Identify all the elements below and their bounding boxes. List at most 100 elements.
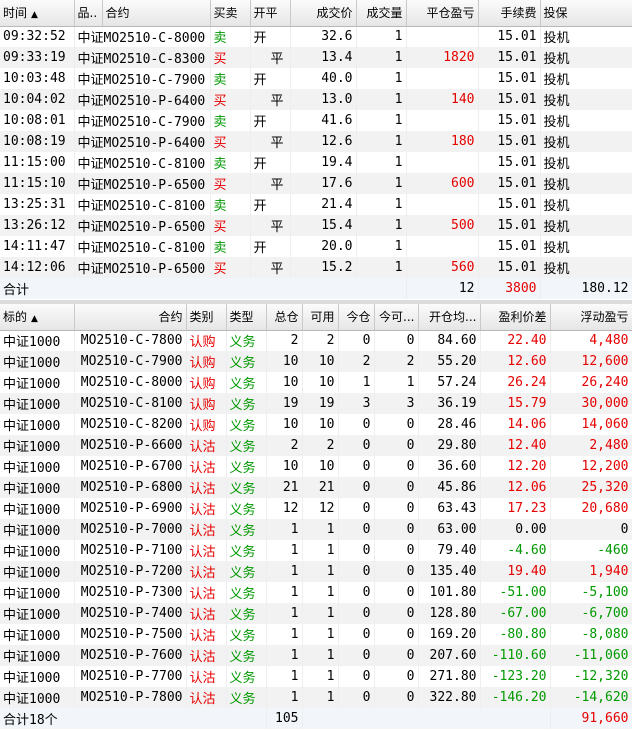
header-time[interactable]: 时间 ▲	[0, 0, 75, 27]
trade-side: 卖	[210, 152, 251, 173]
position-row[interactable]: 中证1000 MO2510-P-6800 认沽 义务 21 21 0 0 45.86 12.06 2…	[0, 477, 632, 498]
header-today[interactable]: 今仓	[338, 304, 375, 331]
position-pnl-spread: 22.40	[480, 330, 551, 351]
trade-row[interactable]: 11:15:00 中证MO2510-C-8100 卖开 19.4 1 15.01 投机	[0, 152, 632, 173]
position-category: 认沽	[186, 687, 227, 708]
position-pnl-spread: -80.80	[480, 624, 551, 645]
position-pnl-spread: -4.60	[480, 540, 551, 561]
trade-contract: 中证MO2510-P-6400	[74, 89, 211, 110]
position-underlying: 中证1000	[0, 393, 75, 414]
position-today-available: 0	[374, 330, 419, 351]
position-pnl-spread: 12.20	[480, 456, 551, 477]
trade-total-fee: 180.12	[540, 278, 632, 299]
header-category[interactable]: 类别	[186, 304, 227, 331]
header-open-close[interactable]: 开平	[250, 0, 291, 27]
position-row[interactable]: 中证1000 MO2510-P-6600 认沽 义务 2 2 0 0 29.80 12.40 2,4…	[0, 435, 632, 456]
trade-time: 10:08:19	[0, 131, 75, 152]
trade-price: 13.0	[290, 89, 357, 110]
position-total: 1	[266, 624, 303, 645]
trade-row[interactable]: 10:08:19 中证MO2510-P-6400 买平 12.6 1 180 15.01 投机	[0, 131, 632, 152]
position-row[interactable]: 中证1000 MO2510-P-7100 认沽 义务 1 1 0 0 79.40 -4.60 -46…	[0, 540, 632, 561]
header-hedge[interactable]: 投保	[540, 0, 632, 27]
position-category: 认沽	[186, 561, 227, 582]
position-contract: MO2510-P-6800	[74, 477, 187, 498]
position-row[interactable]: 中证1000 MO2510-P-7700 认沽 义务 1 1 0 0 271.80 -123.20…	[0, 666, 632, 687]
position-available: 1	[302, 666, 339, 687]
position-pnl-spread: -67.00	[480, 603, 551, 624]
position-type: 义务	[226, 372, 267, 393]
position-total: 1	[266, 582, 303, 603]
position-row[interactable]: 中证1000 MO2510-P-6700 认沽 义务 10 10 0 0 36.60 12.20 1…	[0, 456, 632, 477]
position-contract: MO2510-P-6600	[74, 435, 187, 456]
position-today: 0	[338, 603, 375, 624]
header-underlying[interactable]: 标的 ▲	[0, 304, 75, 331]
header-product[interactable]: 品..	[74, 0, 103, 27]
trade-row[interactable]: 10:08:01 中证MO2510-C-7900 卖开 41.6 1 15.01 投机	[0, 110, 632, 131]
trade-close-pnl: 140	[406, 89, 479, 110]
trade-row[interactable]: 13:25:31 中证MO2510-C-8100 卖开 21.4 1 15.01 投机	[0, 194, 632, 215]
header-price[interactable]: 成交价	[290, 0, 357, 27]
position-pnl-spread: -110.60	[480, 645, 551, 666]
trade-row[interactable]: 10:03:48 中证MO2510-C-7900 卖开 40.0 1 15.01 投机	[0, 68, 632, 89]
header-avg-open[interactable]: 开仓均...	[418, 304, 481, 331]
position-category: 认沽	[186, 435, 227, 456]
trade-row[interactable]: 10:04:02 中证MO2510-P-6400 买平 13.0 1 140 15.01 投机	[0, 89, 632, 110]
position-row[interactable]: 中证1000 MO2510-C-7800 认购 义务 2 2 0 0 84.60 22.40 4,4…	[0, 330, 632, 351]
trade-close-pnl	[406, 152, 479, 173]
position-row[interactable]: 中证1000 MO2510-C-8100 认购 义务 19 19 3 3 36.19 15.79 3…	[0, 393, 632, 414]
position-category: 认购	[186, 330, 227, 351]
header-contract[interactable]: 合约	[74, 304, 187, 331]
position-contract: MO2510-C-7900	[74, 351, 187, 372]
header-side[interactable]: 买卖	[210, 0, 251, 27]
position-available: 10	[302, 372, 339, 393]
trade-side: 买	[210, 173, 251, 194]
position-float-pnl: 12,200	[550, 456, 632, 477]
trade-row[interactable]: 11:15:10 中证MO2510-P-6500 买平 17.6 1 600 15.01 投机	[0, 173, 632, 194]
header-fee[interactable]: 手续费	[478, 0, 541, 27]
trade-contract: 中证MO2510-P-6500	[74, 173, 211, 194]
trade-close-pnl: 600	[406, 173, 479, 194]
header-qty[interactable]: 成交量	[356, 0, 407, 27]
trade-price: 13.4	[290, 47, 357, 68]
position-contract: MO2510-C-8100	[74, 393, 187, 414]
position-row[interactable]: 中证1000 MO2510-C-7900 认购 义务 10 10 2 2 55.20 12.60 1…	[0, 351, 632, 372]
position-total: 10	[266, 456, 303, 477]
position-row[interactable]: 中证1000 MO2510-P-7400 认沽 义务 1 1 0 0 128.80 -67.00-…	[0, 603, 632, 624]
position-today-available: 0	[374, 666, 419, 687]
position-available: 1	[302, 687, 339, 708]
position-underlying: 中证1000	[0, 561, 75, 582]
header-float-pnl[interactable]: 浮动盈亏	[550, 304, 632, 331]
header-available[interactable]: 可用	[302, 304, 339, 331]
trade-row[interactable]: 09:33:19 中证MO2510-C-8300 买平 13.4 1 1820 15.01 投…	[0, 47, 632, 68]
position-row[interactable]: 中证1000 MO2510-P-7800 认沽 义务 1 1 0 0 322.80 -146.20…	[0, 687, 632, 708]
trade-price: 40.0	[290, 68, 357, 89]
position-row[interactable]: 中证1000 MO2510-P-7200 认沽 义务 1 1 0 0 135.40 19.40 1,…	[0, 561, 632, 582]
position-avg-open: 63.00	[418, 519, 481, 540]
position-row[interactable]: 中证1000 MO2510-P-7000 认沽 义务 1 1 0 0 63.00 0.00 0	[0, 519, 632, 540]
trade-row[interactable]: 09:32:52 中证MO2510-C-8000 卖开 32.6 1 15.01 投机	[0, 26, 632, 47]
position-row[interactable]: 中证1000 MO2510-P-7600 认沽 义务 1 1 0 0 207.60 -110.60…	[0, 645, 632, 666]
position-row[interactable]: 中证1000 MO2510-P-7500 认沽 义务 1 1 0 0 169.20 -80.80-…	[0, 624, 632, 645]
header-today-available[interactable]: 今可...	[374, 304, 419, 331]
position-row[interactable]: 中证1000 MO2510-P-7300 认沽 义务 1 1 0 0 101.80 -51.00-…	[0, 582, 632, 603]
trade-side: 买	[210, 215, 251, 236]
trade-row[interactable]: 13:26:12 中证MO2510-P-6500 买平 15.4 1 500 15.01 投机	[0, 215, 632, 236]
positions-panel: 标的 ▲ 合约 类别 类型 总仓 可用 今仓 今可... 开仓均... 盈利价差 …	[0, 304, 632, 730]
position-row[interactable]: 中证1000 MO2510-P-6900 认沽 义务 12 12 0 0 63.43 17.23 2…	[0, 498, 632, 519]
position-available: 21	[302, 477, 339, 498]
position-row[interactable]: 中证1000 MO2510-C-8200 认购 义务 10 10 0 0 28.46 14.06 1…	[0, 414, 632, 435]
header-total[interactable]: 总仓	[266, 304, 303, 331]
header-pnl-spread[interactable]: 盈利价差	[480, 304, 551, 331]
trade-open-close: 开	[250, 236, 291, 257]
trade-contract: 中证MO2510-C-8100	[74, 194, 211, 215]
header-close-pnl[interactable]: 平仓盈亏	[406, 0, 479, 27]
header-type[interactable]: 类型	[226, 304, 267, 331]
position-row[interactable]: 中证1000 MO2510-C-8000 认购 义务 10 10 1 1 57.24 26.24 2…	[0, 372, 632, 393]
trade-qty: 1	[356, 215, 407, 236]
trade-row[interactable]: 14:11:47 中证MO2510-C-8100 卖开 20.0 1 15.01 投机	[0, 236, 632, 257]
position-type: 义务	[226, 477, 267, 498]
position-total-row: 合计18个 105 91,660	[0, 708, 632, 729]
trade-row[interactable]: 14:12:06 中证MO2510-P-6500 买平 15.2 1 560 15.01 投机	[0, 257, 632, 278]
trade-header-row: 时间 ▲ 品.. 合约 买卖 开平 成交价 成交量 平仓盈亏 手续费 投保	[0, 0, 632, 27]
header-contract[interactable]: 合约	[102, 0, 211, 27]
